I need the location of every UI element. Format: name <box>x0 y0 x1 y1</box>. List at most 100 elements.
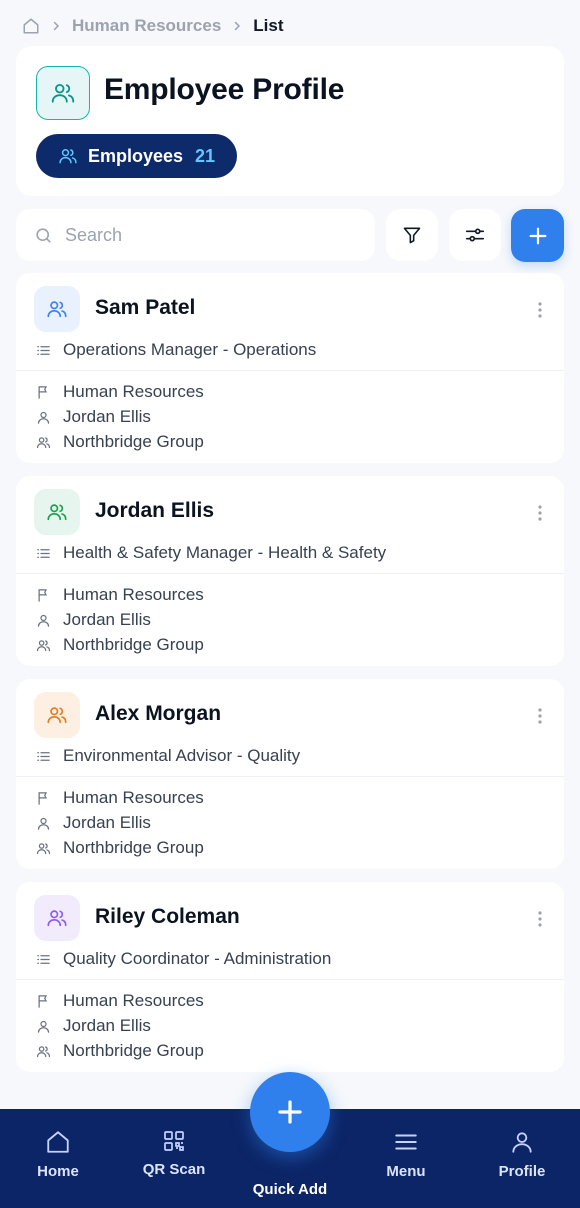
search-bar <box>16 209 375 261</box>
users-icon <box>36 1044 51 1059</box>
employee-name: Jordan Ellis <box>95 499 215 522</box>
flag-icon <box>36 588 51 603</box>
more-options-icon[interactable] <box>532 502 548 524</box>
more-options-icon[interactable] <box>532 908 548 930</box>
page-title: Employee Profile <box>104 73 345 106</box>
quick-add-button[interactable] <box>250 1072 330 1152</box>
adjust-settings-button[interactable] <box>449 209 501 261</box>
employee-department-row: Human Resources <box>36 585 204 605</box>
employee-manager-row: Jordan Ellis <box>36 1016 151 1036</box>
divider <box>16 370 564 371</box>
plus-icon <box>527 225 549 247</box>
breadcrumb-item-human-resources[interactable]: Human Resources <box>72 16 221 36</box>
users-icon <box>36 435 51 450</box>
employee-group: Northbridge Group <box>63 1041 204 1060</box>
filter-button[interactable] <box>386 209 438 261</box>
employee-department: Human Resources <box>63 585 204 604</box>
menu-icon <box>393 1129 419 1155</box>
employee-department-row: Human Resources <box>36 788 204 808</box>
users-icon <box>58 146 78 166</box>
nav-home-label: Home <box>37 1163 79 1180</box>
nav-qr-scan[interactable]: QR Scan <box>129 1129 219 1178</box>
employee-card[interactable]: Alex Morgan Environmental Advisor - Qual… <box>16 679 564 869</box>
employee-name: Riley Coleman <box>95 905 240 928</box>
employee-group: Northbridge Group <box>63 838 204 857</box>
filter-icon <box>402 225 422 245</box>
employees-count-badge: 21 <box>195 145 216 166</box>
flag-icon <box>36 994 51 1009</box>
home-icon[interactable] <box>22 17 40 35</box>
search-input[interactable] <box>65 224 345 246</box>
employee-group-row: Northbridge Group <box>36 1041 204 1061</box>
more-options-icon[interactable] <box>532 705 548 727</box>
employee-role: Quality Coordinator - Administration <box>63 949 332 968</box>
employee-group: Northbridge Group <box>63 635 204 654</box>
users-icon <box>36 638 51 653</box>
add-employee-button[interactable] <box>511 209 564 262</box>
employees-filter-pill[interactable]: Employees 21 <box>36 134 238 178</box>
list-icon <box>36 343 51 358</box>
nav-profile[interactable]: Profile <box>477 1129 567 1180</box>
user-icon <box>36 410 51 425</box>
employee-manager-row: Jordan Ellis <box>36 610 151 630</box>
employee-card[interactable]: Jordan Ellis Health & Safety Manager - H… <box>16 476 564 666</box>
flag-icon <box>36 385 51 400</box>
employee-card[interactable]: Riley Coleman Quality Coordinator - Admi… <box>16 882 564 1072</box>
employee-group-row: Northbridge Group <box>36 432 204 452</box>
employee-role: Environmental Advisor - Quality <box>63 746 301 765</box>
nav-menu[interactable]: Menu <box>361 1129 451 1180</box>
breadcrumb-current: List <box>253 16 284 35</box>
employee-department-row: Human Resources <box>36 382 204 402</box>
list-icon <box>36 546 51 561</box>
employee-role: Operations Manager - Operations <box>63 340 317 359</box>
employee-list: Sam Patel Operations Manager - Operation… <box>16 273 564 1085</box>
nav-qr-scan-label: QR Scan <box>142 1161 206 1178</box>
employees-label: Employees <box>88 145 184 166</box>
avatar <box>34 895 80 941</box>
employee-department: Human Resources <box>63 382 204 401</box>
employee-group-row: Northbridge Group <box>36 635 204 655</box>
header-card: Employee Profile Employees 21 <box>16 46 564 196</box>
employee-manager: Jordan Ellis <box>63 813 151 832</box>
employee-role-row: Environmental Advisor - Quality <box>36 746 300 766</box>
chevron-right-icon <box>50 20 62 32</box>
employee-manager-row: Jordan Ellis <box>36 407 151 427</box>
nav-menu-label: Menu <box>386 1163 426 1180</box>
employee-manager: Jordan Ellis <box>63 610 151 629</box>
employee-manager-row: Jordan Ellis <box>36 813 151 833</box>
employee-role-row: Health & Safety Manager - Health & Safet… <box>36 543 386 563</box>
quick-add-label: Quick Add <box>252 1181 328 1198</box>
employee-group: Northbridge Group <box>63 432 204 451</box>
users-icon <box>36 66 90 120</box>
employee-card[interactable]: Sam Patel Operations Manager - Operation… <box>16 273 564 463</box>
employee-role: Health & Safety Manager - Health & Safet… <box>63 543 387 562</box>
home-icon <box>45 1129 71 1155</box>
employee-department-row: Human Resources <box>36 991 204 1011</box>
avatar <box>34 489 80 535</box>
more-options-icon[interactable] <box>532 299 548 321</box>
qr-code-icon <box>162 1129 186 1153</box>
list-icon <box>36 952 51 967</box>
employee-department: Human Resources <box>63 788 204 807</box>
breadcrumb: Human Resources List <box>22 14 284 38</box>
sliders-icon <box>464 224 486 246</box>
employee-manager: Jordan Ellis <box>63 407 151 426</box>
list-icon <box>36 749 51 764</box>
employee-group-row: Northbridge Group <box>36 838 204 858</box>
avatar <box>34 286 80 332</box>
user-icon <box>36 816 51 831</box>
employee-name: Alex Morgan <box>95 702 222 725</box>
nav-home[interactable]: Home <box>13 1129 103 1180</box>
employee-manager: Jordan Ellis <box>63 1016 151 1035</box>
plus-icon <box>275 1097 305 1127</box>
user-icon <box>509 1129 535 1155</box>
user-icon <box>36 1019 51 1034</box>
users-icon <box>36 841 51 856</box>
nav-profile-label: Profile <box>498 1163 546 1180</box>
avatar <box>34 692 80 738</box>
employee-role-row: Operations Manager - Operations <box>36 340 316 360</box>
flag-icon <box>36 791 51 806</box>
divider <box>16 573 564 574</box>
users-icon <box>47 301 67 318</box>
users-icon <box>47 707 67 724</box>
